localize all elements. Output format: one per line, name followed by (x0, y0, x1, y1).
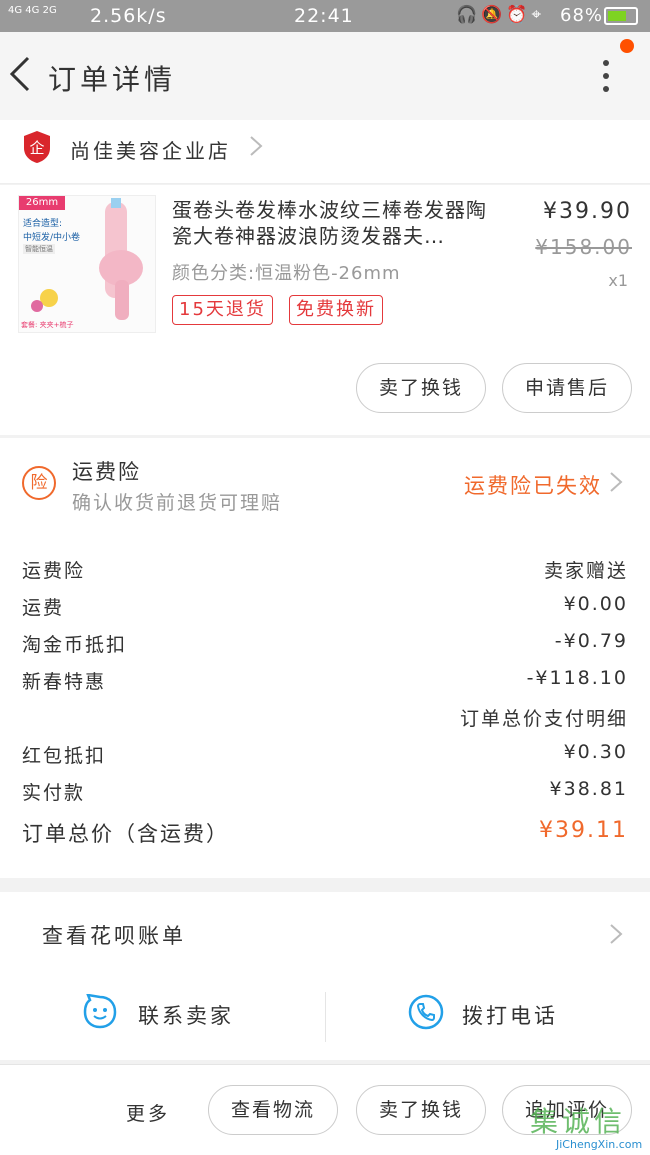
mute-bell-icon: 🔕 (481, 5, 507, 25)
watermark: 集诚信 JiChengXin.com (522, 1100, 650, 1155)
summary-label: 运费 (22, 597, 65, 619)
call-phone-label: 拨打电话 (462, 1004, 558, 1028)
image-text: 套餐: 夹夹+梳子 (21, 321, 74, 329)
summary-label: 运费险 (22, 560, 86, 582)
return-policy-chip: 15天退货 (172, 295, 273, 325)
product-thumbnail[interactable]: 26mm 适合造型: 中短发/中小卷 智能恒温 套餐: 夹夹+梳子 (18, 195, 156, 333)
watermark-url: JiChengXin.com (556, 1138, 643, 1151)
store-name: 尚佳美容企业店 (70, 139, 231, 163)
more-menu-button[interactable] (592, 56, 620, 96)
chevron-left-icon (9, 56, 30, 92)
status-bar: 4G 4G 2G 2.56k/s 22:41 🎧🔕⏰⌖ 68% (0, 0, 650, 32)
resell-button[interactable]: 卖了换钱 (356, 363, 486, 413)
nav-header: 订单详情 (0, 32, 650, 120)
image-text: 智能恒温 (23, 244, 55, 254)
svg-text:企: 企 (29, 139, 44, 157)
summary-row: 红包抵扣 ¥0.30 (0, 741, 650, 777)
alarm-icon: ⏰ (506, 5, 532, 25)
insurance-title: 运费险 (72, 460, 141, 484)
summary-row: 运费险 卖家赠送 (0, 556, 650, 592)
huabei-section: 查看花呗账单 联系卖家 拨打电话 (0, 892, 650, 1060)
contact-seller-button[interactable]: 联系卖家 (0, 988, 325, 1048)
chevron-right-icon (610, 472, 623, 492)
contact-seller-label: 联系卖家 (138, 1004, 234, 1028)
summary-label: 红包抵扣 (22, 745, 107, 767)
notification-dot (620, 39, 634, 53)
store-row[interactable]: 企 尚佳美容企业店 (0, 120, 650, 184)
free-exchange-chip: 免费换新 (289, 295, 383, 325)
summary-value: -¥0.79 (554, 630, 628, 652)
summary-label: 淘金币抵扣 (22, 634, 128, 656)
image-text: 适合造型: (23, 219, 63, 229)
battery-percent: 68% (560, 5, 604, 26)
product-price: ¥39.90 (543, 199, 632, 224)
back-button[interactable] (6, 52, 38, 96)
original-price: ¥158.00 (535, 235, 632, 259)
total-label: 订单总价（含运费） (22, 822, 229, 846)
summary-value: ¥0.30 (563, 741, 628, 763)
more-dot-icon (603, 86, 609, 92)
size-tag: 26mm (19, 196, 65, 210)
network-speed: 2.56k/s (90, 5, 167, 27)
summary-value: ¥0.00 (563, 593, 628, 615)
phone-icon (408, 994, 444, 1030)
resell-button[interactable]: 卖了换钱 (356, 1085, 486, 1135)
more-dot-icon (603, 60, 609, 66)
summary-label: 新春特惠 (22, 671, 107, 693)
summary-row: 实付款 ¥38.81 (0, 778, 650, 814)
payment-detail-link[interactable]: 订单总价支付明细 (0, 704, 650, 740)
battery-fill (608, 11, 626, 21)
clock: 22:41 (294, 5, 354, 27)
summary-value: 卖家赠送 (543, 560, 628, 582)
enterprise-shield-icon: 企 (24, 131, 50, 163)
summary-row: 淘金币抵扣 -¥0.79 (0, 630, 650, 666)
product-card: 26mm 适合造型: 中短发/中小卷 智能恒温 套餐: 夹夹+梳子 蛋卷头卷发棒… (0, 185, 650, 435)
summary-label: 实付款 (22, 782, 86, 804)
insurance-subtitle: 确认收货前退货可理赔 (72, 492, 283, 514)
call-phone-button[interactable]: 拨打电话 (326, 988, 650, 1048)
summary-row: 新春特惠 -¥118.10 (0, 667, 650, 703)
watermark-text: 集诚信 (530, 1105, 627, 1138)
status-icons: 🎧🔕⏰⌖ (456, 5, 545, 25)
battery-icon (604, 7, 638, 25)
product-spec: 颜色分类:恒温粉色-26mm (172, 263, 401, 284)
insurance-icon: 险 (22, 466, 56, 500)
total-value: ¥39.11 (539, 818, 628, 843)
insurance-status[interactable]: 运费险已失效 (464, 470, 602, 500)
page-title: 订单详情 (48, 63, 177, 96)
location-icon: ⌖ (531, 5, 546, 25)
image-text: 中短发/中小卷 (23, 233, 81, 243)
view-logistics-button[interactable]: 查看物流 (208, 1085, 338, 1135)
payment-detail-text: 订单总价支付明细 (459, 708, 628, 730)
more-dot-icon (603, 73, 609, 79)
more-actions-button[interactable]: 更多 (126, 1099, 170, 1126)
chevron-right-icon (610, 924, 623, 944)
product-title[interactable]: 蛋卷头卷发棒水波纹三棒卷发器陶瓷大卷神器波浪防烫发器夫… (172, 197, 502, 249)
after-sales-button[interactable]: 申请售后 (502, 363, 632, 413)
order-summary: 险 运费险 确认收货前退货可理赔 运费险已失效 运费险 卖家赠送 运费 ¥0.0… (0, 438, 650, 878)
total-row: 订单总价（含运费） ¥39.11 (0, 818, 650, 854)
product-quantity: x1 (608, 271, 628, 290)
chevron-right-icon (250, 136, 263, 156)
headset-icon: 🎧 (456, 5, 482, 25)
summary-value: ¥38.81 (549, 778, 628, 800)
summary-row: 运费 ¥0.00 (0, 593, 650, 629)
network-indicator: 4G 4G 2G (8, 5, 57, 16)
summary-value: -¥118.10 (526, 667, 628, 689)
huabei-bill-link[interactable]: 查看花呗账单 (42, 920, 186, 950)
chat-bubble-icon (83, 994, 117, 1029)
